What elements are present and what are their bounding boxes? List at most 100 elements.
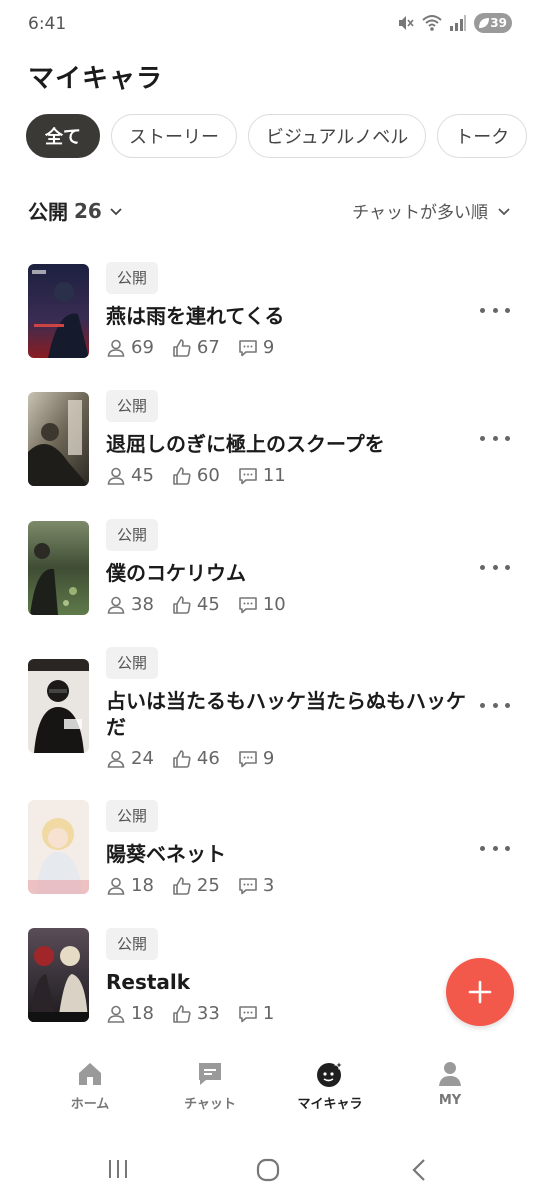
back-button[interactable] [410,1158,428,1186]
users-count: 18 [131,1003,154,1024]
likes-stat: 46 [172,748,220,769]
visibility-label: 公開 [28,200,68,224]
chevron-down-icon [498,207,510,215]
users-count: 18 [131,875,154,896]
users-count: 69 [131,337,154,358]
more-options-icon[interactable] [480,838,510,858]
users-stat: 45 [106,465,154,486]
character-thumbnail [28,928,89,1022]
battery-saver-icon [479,18,489,28]
mute-icon [399,16,414,30]
character-stats: 45 60 11 [106,465,471,486]
thumbs-up-icon [173,466,191,485]
comments-stat: 1 [238,1003,274,1024]
thumbs-up-icon [173,338,191,357]
recent-apps-icon [109,1160,127,1178]
likes-count: 46 [196,748,220,769]
nav-home[interactable]: ホーム [30,1060,150,1112]
more-options-icon[interactable] [480,300,510,320]
profile-icon [439,1062,461,1086]
likes-count: 25 [196,875,220,896]
back-icon [412,1159,425,1181]
character-name: 占いは当たるもハッケ当たらぬもハッケだ [106,689,466,739]
more-options-icon[interactable] [480,557,510,577]
likes-stat: 67 [172,337,220,358]
comments-stat: 10 [238,594,286,615]
comment-icon [239,339,257,356]
visibility-badge: 公開 [106,928,159,960]
home-circle-icon [256,1158,280,1182]
create-character-button[interactable] [446,958,514,1026]
nav-my-label: MY [438,1093,462,1108]
chip-all[interactable]: 全て [26,114,100,158]
sort-dropdown[interactable]: チャットが多い順 [352,198,512,223]
comment-icon [239,1005,257,1022]
character-stats: 69 67 9 [106,337,471,358]
more-options-icon[interactable] [480,428,510,448]
thumbs-up-icon [173,749,191,768]
thumbs-up-icon [173,876,191,895]
character-name: 陽葵ベネット [106,842,226,866]
character-thumbnail [28,659,89,753]
chip-story[interactable]: ストーリー [111,114,237,158]
users-count: 24 [131,748,154,769]
person-icon [107,1005,125,1023]
person-icon [107,750,125,768]
users-stat: 69 [106,337,154,358]
visibility-count: 26 [74,198,102,223]
chat-icon [199,1063,221,1085]
likes-count: 67 [196,337,220,358]
character-thumbnail [28,521,89,615]
plus-icon [468,980,492,1004]
character-stats: 24 46 9 [106,748,471,769]
likes-count: 33 [196,1003,220,1024]
users-stat: 24 [106,748,154,769]
chip-talk[interactable]: トーク [437,114,528,158]
chip-visual-novel[interactable]: ビジュアルノベル [248,114,427,158]
comments-stat: 9 [238,337,274,358]
nav-chat[interactable]: チャット [150,1060,270,1112]
comments-count: 9 [262,337,275,358]
character-name: Restalk [106,970,191,994]
visibility-filter[interactable]: 公開 26 [28,196,124,225]
comment-icon [239,467,257,484]
visibility-badge: 公開 [106,800,159,832]
home-button[interactable] [256,1158,280,1186]
likes-stat: 60 [172,465,220,486]
character-name: 燕は雨を連れてくる [106,304,285,328]
likes-count: 45 [196,594,220,615]
visibility-badge: 公開 [106,390,159,422]
visibility-badge: 公開 [106,262,159,294]
status-icons: 39 [397,13,512,33]
thumbs-up-icon [173,1004,191,1023]
character-thumbnail [28,800,89,894]
chevron-down-icon [110,207,122,215]
nav-my-character[interactable]: マイキャラ [270,1060,390,1112]
character-stats: 38 45 10 [106,594,471,615]
likes-count: 60 [196,465,220,486]
thumbs-up-icon [173,595,191,614]
character-name: 僕のコケリウム [106,561,246,585]
person-icon [107,877,125,895]
users-stat: 38 [106,594,154,615]
comments-stat: 11 [238,465,286,486]
likes-stat: 25 [172,875,220,896]
status-bar: 6:41 39 [0,0,540,48]
nav-my[interactable]: MY [390,1060,510,1108]
person-icon [107,596,125,614]
character-thumbnail [28,392,89,486]
comment-icon [239,596,257,613]
more-options-icon[interactable] [480,695,510,715]
bottom-nav: ホーム チャット マイキャラ MY [0,1050,540,1126]
comments-stat: 3 [238,875,274,896]
page-title: マイキャラ [28,64,164,94]
nav-chat-label: チャット [184,1097,236,1112]
person-icon [107,339,125,357]
comment-icon [239,877,257,894]
character-name: 退屈しのぎに極上のスクープを [106,432,385,456]
filter-row: 公開 26 チャットが多い順 [28,196,512,226]
signal-icon [450,15,466,31]
visibility-badge: 公開 [106,519,159,551]
likes-stat: 45 [172,594,220,615]
recent-apps-button[interactable] [106,1158,130,1184]
